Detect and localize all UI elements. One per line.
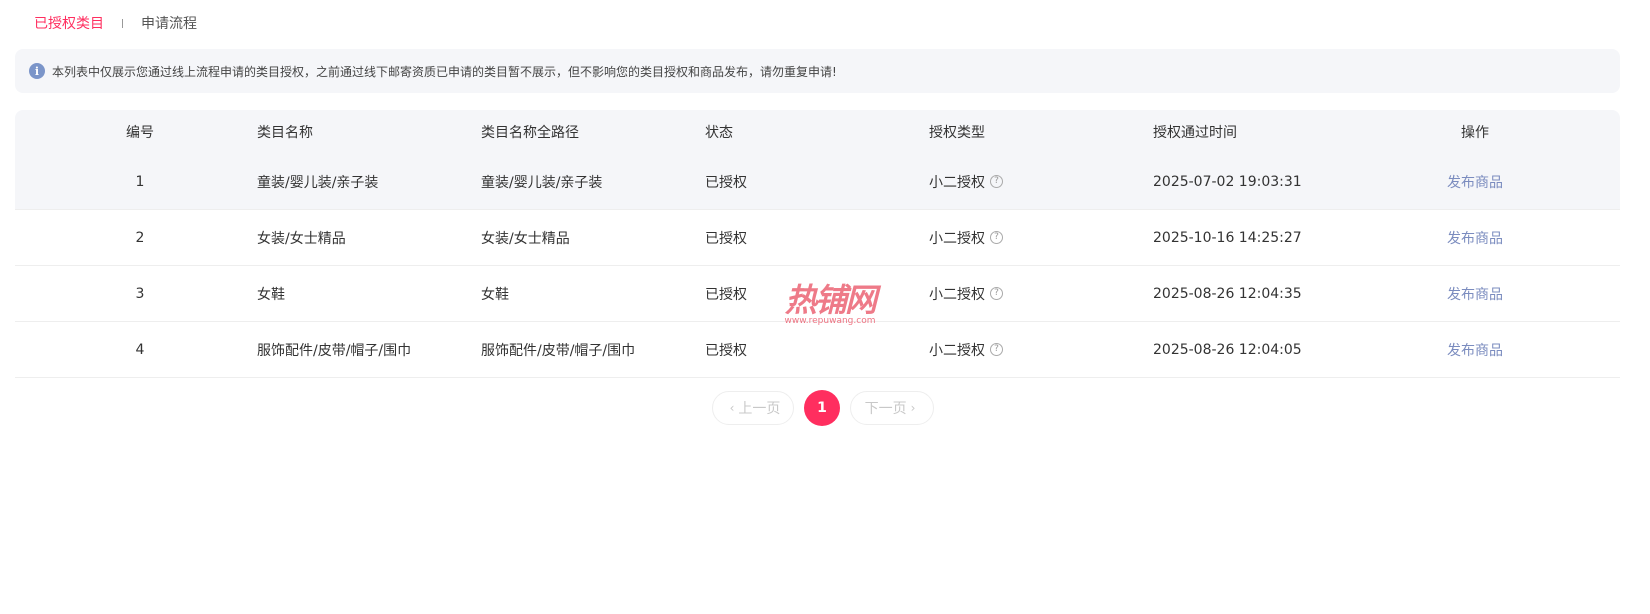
row-time: 2025-08-26 12:04:35 xyxy=(1153,285,1302,302)
table-row: 4 服饰配件/皮带/帽子/围巾 服饰配件/皮带/帽子/围巾 已授权 小二授权 ?… xyxy=(15,322,1620,378)
row-type: 小二授权 ? xyxy=(929,322,1003,377)
row-id: 4 xyxy=(135,341,145,358)
info-icon: i xyxy=(29,63,45,79)
header-status: 状态 xyxy=(705,125,733,141)
header-time: 授权通过时间 xyxy=(1153,125,1237,141)
row-id: 3 xyxy=(135,285,145,302)
row-type-label: 小二授权 xyxy=(929,286,985,303)
info-banner: i 本列表中仅展示您通过线上流程申请的类目授权，之前通过线下邮寄资质已申请的类目… xyxy=(15,49,1620,93)
tab-application-process[interactable]: 申请流程 xyxy=(141,13,197,33)
row-name: 女鞋 xyxy=(257,286,285,303)
page: 已授权类目 申请流程 i 本列表中仅展示您通过线上流程申请的类目授权，之前通过线… xyxy=(0,0,1650,614)
header-type: 授权类型 xyxy=(929,125,985,141)
row-name: 童装/婴儿装/亲子装 xyxy=(257,174,379,191)
question-icon[interactable]: ? xyxy=(990,287,1003,300)
header-id: 编号 xyxy=(126,125,154,141)
row-time: 2025-10-16 14:25:27 xyxy=(1153,229,1302,246)
question-icon[interactable]: ? xyxy=(990,175,1003,188)
row-type: 小二授权 ? xyxy=(929,266,1003,321)
row-time: 2025-08-26 12:04:05 xyxy=(1153,341,1302,358)
question-icon[interactable]: ? xyxy=(990,231,1003,244)
prev-page-button[interactable]: ‹ 上一页 xyxy=(712,391,794,425)
publish-product-link[interactable]: 发布商品 xyxy=(1447,284,1503,304)
page-number-current[interactable]: 1 xyxy=(804,390,840,426)
chevron-right-icon: › xyxy=(910,401,916,415)
table-row: 1 童装/婴儿装/亲子装 童装/婴儿装/亲子装 已授权 小二授权 ? 2025-… xyxy=(15,154,1620,210)
table-row: 3 女鞋 女鞋 已授权 小二授权 ? 2025-08-26 12:04:35 发… xyxy=(15,266,1620,322)
row-path: 童装/婴儿装/亲子装 xyxy=(481,174,603,191)
row-path: 女装/女士精品 xyxy=(481,230,570,247)
row-id: 2 xyxy=(135,229,145,246)
publish-product-link[interactable]: 发布商品 xyxy=(1447,340,1503,360)
row-time: 2025-07-02 19:03:31 xyxy=(1153,173,1302,190)
row-op: 发布商品 xyxy=(1395,154,1555,209)
tab-divider xyxy=(122,18,123,28)
tab-bar: 已授权类目 申请流程 xyxy=(34,12,197,34)
row-op: 发布商品 xyxy=(1395,266,1555,321)
table-header: 编号 类目名称 类目名称全路径 状态 授权类型 授权通过时间 操作 xyxy=(15,110,1620,154)
table-row: 2 女装/女士精品 女装/女士精品 已授权 小二授权 ? 2025-10-16 … xyxy=(15,210,1620,266)
row-id: 1 xyxy=(135,173,145,190)
row-type-label: 小二授权 xyxy=(929,342,985,359)
row-type-label: 小二授权 xyxy=(929,230,985,247)
row-type-label: 小二授权 xyxy=(929,174,985,191)
row-status: 已授权 xyxy=(705,230,747,247)
header-op: 操作 xyxy=(1461,125,1489,141)
row-name: 服饰配件/皮带/帽子/围巾 xyxy=(257,342,412,359)
row-op: 发布商品 xyxy=(1395,210,1555,265)
publish-product-link[interactable]: 发布商品 xyxy=(1447,172,1503,192)
banner-text: 本列表中仅展示您通过线上流程申请的类目授权，之前通过线下邮寄资质已申请的类目暂不… xyxy=(52,64,837,79)
category-table: 编号 类目名称 类目名称全路径 状态 授权类型 授权通过时间 操作 1 童装/婴… xyxy=(15,110,1620,378)
pagination: ‹ 上一页 1 下一页 › xyxy=(712,390,934,426)
row-path: 女鞋 xyxy=(481,286,509,303)
question-icon[interactable]: ? xyxy=(990,343,1003,356)
row-path: 服饰配件/皮带/帽子/围巾 xyxy=(481,342,636,359)
prev-page-label: 上一页 xyxy=(738,401,781,417)
publish-product-link[interactable]: 发布商品 xyxy=(1447,228,1503,248)
next-page-label: 下一页 xyxy=(864,401,907,417)
next-page-button[interactable]: 下一页 › xyxy=(850,391,934,425)
row-type: 小二授权 ? xyxy=(929,210,1003,265)
row-type: 小二授权 ? xyxy=(929,154,1003,209)
row-status: 已授权 xyxy=(705,174,747,191)
chevron-left-icon: ‹ xyxy=(729,401,735,415)
row-name: 女装/女士精品 xyxy=(257,230,346,247)
tab-authorized-categories[interactable]: 已授权类目 xyxy=(34,13,104,33)
header-name: 类目名称 xyxy=(257,125,313,141)
row-op: 发布商品 xyxy=(1395,322,1555,377)
row-status: 已授权 xyxy=(705,342,747,359)
header-path: 类目名称全路径 xyxy=(481,125,579,141)
row-status: 已授权 xyxy=(705,286,747,303)
